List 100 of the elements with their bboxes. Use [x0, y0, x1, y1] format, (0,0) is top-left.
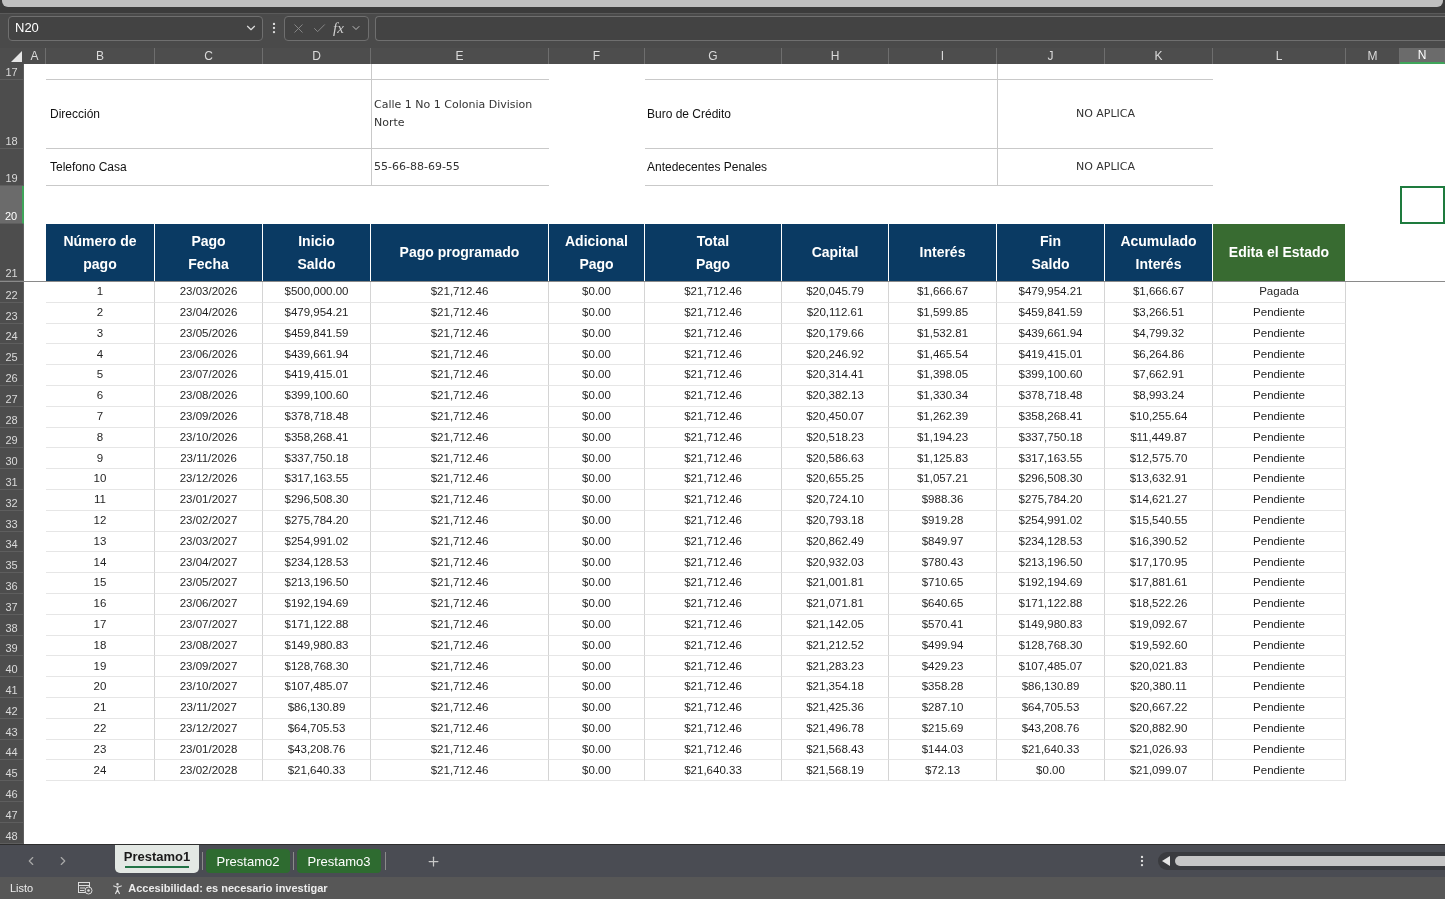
table-cell: $21,712.46	[645, 469, 782, 490]
table-cell: $3,266.51	[1105, 302, 1213, 324]
sheet-row-header[interactable]: 32	[0, 489, 24, 511]
table-cell: 12	[46, 510, 155, 532]
table-cell: $499.94	[889, 635, 997, 657]
sheet-row-header[interactable]: 48	[0, 822, 24, 844]
sheet-row-header[interactable]: 44	[0, 739, 24, 761]
sheet-row-header[interactable]: 39	[0, 635, 24, 657]
plus-icon[interactable]	[426, 853, 441, 869]
table-cell: $21,712.46	[645, 656, 782, 678]
table-cell: $21,496.78	[782, 718, 889, 740]
table-cell: $13,632.91	[1105, 469, 1213, 490]
table-cell: $21,712.46	[371, 365, 549, 386]
table-cell: $21,712.46	[645, 573, 782, 594]
sheet-row-header[interactable]: 42	[0, 697, 24, 719]
table-cell: $0.00	[549, 739, 645, 761]
sheet-row-header[interactable]: 46	[0, 781, 24, 802]
table-cell: $21,425.36	[782, 697, 889, 719]
sheet-row-header[interactable]: 23	[0, 302, 24, 324]
sheet-row-header[interactable]: 31	[0, 469, 24, 490]
table-cell: $21,712.46	[371, 386, 549, 407]
scrollbar-thumb[interactable]	[1175, 856, 1445, 866]
table-cell: $0.00	[549, 386, 645, 407]
table-cell: 23/04/2027	[155, 552, 263, 574]
sheet-row-header[interactable]: 41	[0, 677, 24, 698]
table-cell: Pendiente	[1213, 760, 1346, 782]
sheet-row-header[interactable]: 38	[0, 614, 24, 636]
table-cell: $12,575.70	[1105, 448, 1213, 470]
sheet-row-header[interactable]: 43	[0, 718, 24, 740]
sheet-row-header[interactable]: 17	[0, 64, 24, 80]
sheet-row-header[interactable]: 30	[0, 448, 24, 470]
sheet-row-header[interactable]: 40	[0, 656, 24, 678]
table-cell: $1,330.34	[889, 386, 997, 407]
sheet-row-header[interactable]: 20	[0, 186, 24, 224]
table-cell: $419,415.01	[263, 365, 371, 386]
table-cell: Pendiente	[1213, 406, 1346, 428]
table-cell: $4,799.32	[1105, 323, 1213, 345]
sheet-row-header[interactable]: 45	[0, 760, 24, 782]
table-cell: $171,122.88	[997, 593, 1105, 615]
sheet-row-header[interactable]: 47	[0, 801, 24, 823]
sheet-tab[interactable]: Prestamo2	[206, 849, 290, 873]
table-cell: $21,712.46	[645, 739, 782, 761]
table-cell: $1,599.85	[889, 302, 997, 324]
table-cell: Pendiente	[1213, 552, 1346, 574]
horizontal-scrollbar[interactable]	[1158, 852, 1445, 870]
table-cell: $21,640.33	[997, 739, 1105, 761]
table-cell: $8,993.24	[1105, 386, 1213, 407]
table-cell: $710.65	[889, 573, 997, 594]
table-cell: $337,750.18	[263, 448, 371, 470]
table-cell: $20,246.92	[782, 344, 889, 366]
selected-cell[interactable]	[1400, 186, 1445, 224]
insert-function-button[interactable]: fx	[333, 20, 344, 36]
accessibility-status[interactable]: Accesibilidad: es necesario investigar	[128, 879, 328, 897]
table-cell: Pendiente	[1213, 469, 1346, 490]
sheet-tab[interactable]: Prestamo1	[115, 845, 199, 873]
table-cell: Pendiente	[1213, 365, 1346, 386]
sheet-row-header[interactable]: 21	[0, 224, 24, 281]
table-cell: $21,099.07	[1105, 760, 1213, 782]
sheet-tab[interactable]: Prestamo3	[297, 849, 381, 873]
table-cell: $21,712.46	[645, 365, 782, 386]
name-box[interactable]: N20	[8, 15, 263, 41]
sheet-row-header[interactable]: 34	[0, 531, 24, 553]
table-cell: $0.00	[549, 510, 645, 532]
select-all-icon[interactable]	[11, 51, 22, 62]
table-cell: $17,170.95	[1105, 552, 1213, 574]
table-cell: $459,841.59	[997, 302, 1105, 324]
sheet-row-header[interactable]: 18	[0, 80, 24, 149]
table-cell: $988.36	[889, 489, 997, 511]
sheet-row-header[interactable]: 29	[0, 427, 24, 449]
table-cell: $21,712.46	[371, 635, 549, 657]
table-cell: $144.03	[889, 739, 997, 761]
table-cell: $21,568.43	[782, 739, 889, 761]
table-column-header: Interés	[889, 224, 997, 281]
table-cell: $21,712.46	[371, 302, 549, 324]
table-cell: $10,255.64	[1105, 406, 1213, 428]
sheet-row-header[interactable]: 35	[0, 552, 24, 574]
sheet-row-header[interactable]: 28	[0, 406, 24, 428]
table-cell: $399,100.60	[263, 386, 371, 407]
triangle-left-icon[interactable]	[1162, 856, 1170, 866]
sheet-row-header[interactable]: 26	[0, 365, 24, 386]
formula-input[interactable]	[375, 15, 1445, 41]
sheet-row-header[interactable]: 25	[0, 344, 24, 366]
sheet-row-header[interactable]: 22	[0, 282, 24, 303]
sheet-column-header[interactable]: N	[1400, 48, 1445, 64]
table-cell: $19,092.67	[1105, 614, 1213, 636]
table-cell: $0.00	[549, 365, 645, 386]
sheet-row-header[interactable]: 27	[0, 386, 24, 407]
sheet-row-header[interactable]: 24	[0, 323, 24, 345]
table-cell: 13	[46, 531, 155, 553]
sheet-row-header[interactable]: 37	[0, 593, 24, 615]
table-cell: $20,862.49	[782, 531, 889, 553]
table-cell: Pendiente	[1213, 344, 1346, 366]
table-cell: $378,718.48	[263, 406, 371, 428]
table-cell: $0.00	[549, 718, 645, 740]
sheet-row-header[interactable]: 36	[0, 573, 24, 594]
sheet-row-header[interactable]: 33	[0, 510, 24, 532]
table-cell: $21,712.46	[645, 386, 782, 407]
table-cell: 22	[46, 718, 155, 740]
table-cell: $21,712.46	[371, 718, 549, 740]
sheet-row-header[interactable]: 19	[0, 149, 24, 186]
